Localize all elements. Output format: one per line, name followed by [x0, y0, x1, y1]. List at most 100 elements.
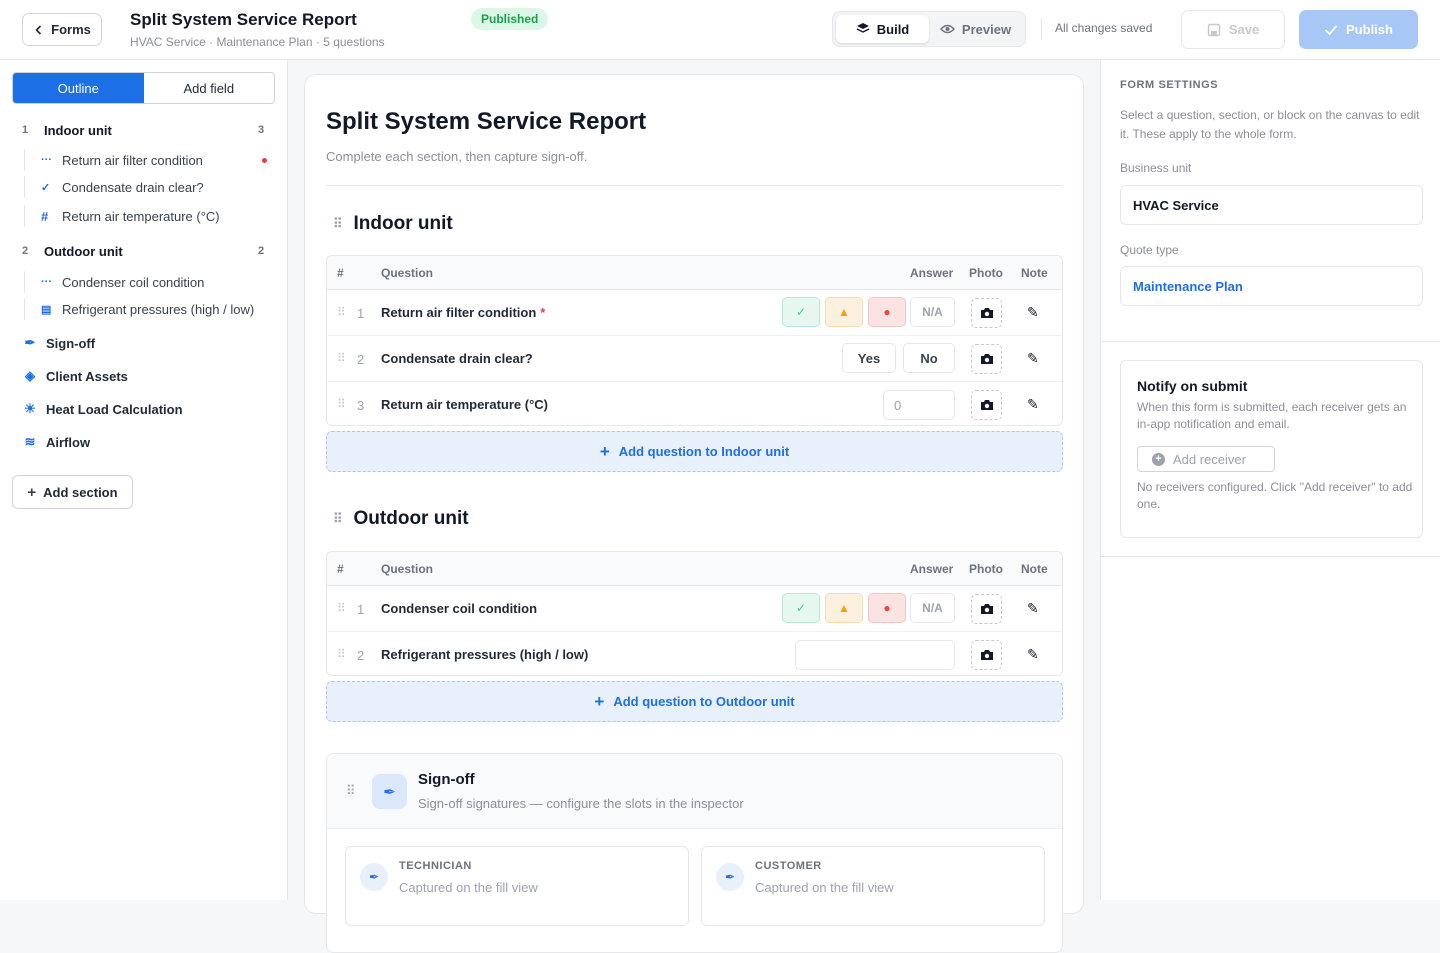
pencil-icon[interactable]: ✎	[1027, 646, 1039, 663]
camera-icon[interactable]	[971, 344, 1002, 374]
pencil-icon[interactable]: ✎	[1027, 304, 1039, 321]
outline-block-heat-load[interactable]: ☀ Heat Load Calculation	[22, 398, 182, 420]
outline-sidebar: Outline Add field 1 Indoor unit 3 ··· Re…	[0, 60, 288, 900]
col-photo: Photo	[969, 562, 1003, 576]
table-row[interactable]: ⠿ 2 Refrigerant pressures (high / low) ✎	[327, 632, 1062, 675]
table-row[interactable]: ⠿ 3 Return air temperature (°C) 0 ✎	[327, 382, 1062, 425]
pass-chip[interactable]: ✓	[782, 593, 820, 623]
floppy-icon	[1207, 23, 1221, 36]
outline-field[interactable]: ··· Return air filter condition	[24, 149, 274, 171]
outline-field[interactable]: ▤ Refrigerant pressures (high / low)	[24, 298, 274, 320]
save-button[interactable]: Save	[1181, 10, 1285, 49]
na-chip[interactable]: N/A	[910, 297, 955, 327]
warning-chip[interactable]: ▲	[825, 593, 863, 623]
required-dot	[262, 157, 267, 163]
camera-icon[interactable]	[971, 594, 1002, 624]
hash-icon: #	[41, 208, 49, 224]
tab-add-field[interactable]: Add field	[144, 73, 275, 103]
pencil-icon[interactable]: ✎	[1027, 350, 1039, 367]
field-name: Condensate drain clear?	[62, 179, 204, 195]
form-title: Split System Service Report	[130, 10, 357, 29]
question-number: 3	[357, 398, 365, 413]
question-number: 2	[357, 648, 365, 663]
question-text: Return air filter condition *	[381, 305, 546, 320]
pencil-icon[interactable]: ✎	[1027, 600, 1039, 617]
fail-chip[interactable]: ●	[868, 297, 906, 327]
add-question-outdoor-button[interactable]: + Add question to Outdoor unit	[326, 681, 1063, 722]
col-answer: Answer	[910, 562, 954, 576]
col-num: #	[337, 266, 344, 280]
cube-icon: ◈	[25, 368, 35, 383]
drag-handle-icon[interactable]: ⠿	[337, 601, 346, 615]
inspector-panel: FORM SETTINGS Select a question, section…	[1100, 60, 1440, 900]
col-num: #	[337, 562, 344, 576]
publish-button[interactable]: Publish	[1299, 10, 1418, 49]
section-number: 1	[22, 124, 29, 136]
signature-slot-customer[interactable]: ✒ CUSTOMER Captured on the fill view	[701, 846, 1045, 926]
outline-block-airflow[interactable]: ≋ Airflow	[22, 431, 91, 453]
canvas-subtitle: Complete each section, then capture sign…	[326, 149, 588, 164]
outline-section-indoor-unit[interactable]: 1 Indoor unit 3	[0, 119, 288, 141]
field-name: Condenser coil condition	[62, 274, 205, 290]
outline-section-outdoor-unit[interactable]: 2 Outdoor unit 2	[0, 240, 288, 262]
question-number: 1	[357, 306, 365, 321]
preview-mode-button[interactable]: Preview	[929, 15, 1022, 43]
chevron-left-icon	[35, 24, 42, 35]
build-mode-button[interactable]: Build	[836, 15, 929, 43]
number-input[interactable]: 0	[883, 390, 955, 420]
form-canvas: Split System Service Report Complete eac…	[304, 74, 1084, 953]
table-row[interactable]: ⠿ 2 Condensate drain clear? Yes No ✎	[327, 336, 1062, 382]
tab-outline[interactable]: Outline	[13, 73, 144, 103]
pass-chip[interactable]: ✓	[782, 297, 820, 327]
signoff-block[interactable]: ⠿ ✒ Sign-off Sign-off signatures — confi…	[326, 753, 1063, 953]
no-button[interactable]: No	[903, 343, 955, 373]
section-header-outdoor-unit[interactable]: ⠿ Outdoor unit	[333, 508, 469, 530]
publish-label: Publish	[1346, 22, 1393, 37]
outline-field[interactable]: ··· Condenser coil condition	[24, 271, 274, 293]
drag-handle-icon[interactable]: ⠿	[333, 216, 342, 232]
notify-description: When this form is submitted, each receiv…	[1137, 400, 1407, 431]
pencil-icon[interactable]: ✎	[1027, 396, 1039, 413]
fail-chip[interactable]: ●	[868, 593, 906, 623]
question-number: 2	[357, 352, 365, 367]
add-question-indoor-button[interactable]: + Add question to Indoor unit	[326, 431, 1063, 472]
table-row[interactable]: ⠿ 1 Condenser coil condition ✓ ▲ ● N/A ✎	[327, 586, 1062, 632]
table-row[interactable]: ⠿ 1 Return air filter condition * ✓ ▲ ● N…	[327, 290, 1062, 336]
business-unit-label: Business unit	[1120, 161, 1192, 175]
notify-card: Notify on submit When this form is submi…	[1120, 360, 1423, 538]
outline-block-client-assets[interactable]: ◈ Client Assets	[22, 365, 128, 387]
drag-handle-icon[interactable]: ⠿	[333, 511, 342, 527]
section-header-indoor-unit[interactable]: ⠿ Indoor unit	[333, 213, 453, 235]
warning-chip[interactable]: ▲	[825, 297, 863, 327]
check-icon	[1324, 24, 1338, 35]
add-section-button[interactable]: + Add section	[12, 475, 133, 509]
outline-field[interactable]: ✓ Condensate drain clear?	[24, 176, 274, 198]
drag-handle-icon[interactable]: ⠿	[346, 783, 355, 799]
signoff-header: ⠿ ✒ Sign-off Sign-off signatures — confi…	[327, 754, 1062, 829]
add-question-label: Add question to Indoor unit	[618, 444, 790, 459]
layers-icon	[856, 23, 870, 33]
drag-handle-icon[interactable]: ⠿	[337, 647, 346, 661]
business-unit-field[interactable]: HVAC Service	[1120, 185, 1423, 225]
drag-handle-icon[interactable]: ⠿	[337, 397, 346, 411]
drag-handle-icon[interactable]: ⠿	[337, 351, 346, 365]
plus-icon: +	[27, 483, 37, 501]
yes-button[interactable]: Yes	[842, 343, 896, 373]
drag-handle-icon[interactable]: ⠿	[337, 305, 346, 319]
text-icon: ▤	[41, 303, 52, 316]
camera-icon[interactable]	[971, 298, 1002, 328]
na-chip[interactable]: N/A	[910, 593, 955, 623]
back-to-forms-button[interactable]: Forms	[22, 13, 102, 46]
outline-block-sign-off[interactable]: ✒ Sign-off	[22, 332, 96, 354]
outline-field[interactable]: # Return air temperature (°C)	[24, 205, 274, 227]
signoff-subtitle: Sign-off signatures — configure the slot…	[418, 796, 744, 811]
question-text: Condenser coil condition	[381, 601, 538, 616]
block-name: Client Assets	[46, 368, 128, 384]
signature-slot-technician[interactable]: ✒ TECHNICIAN Captured on the fill view	[345, 846, 689, 926]
text-input[interactable]	[795, 640, 955, 670]
add-receiver-button[interactable]: + Add receiver	[1137, 446, 1275, 472]
quote-type-field[interactable]: Maintenance Plan	[1120, 266, 1423, 306]
slot-label: CUSTOMER	[755, 860, 822, 872]
camera-icon[interactable]	[971, 390, 1002, 420]
camera-icon[interactable]	[971, 640, 1002, 670]
